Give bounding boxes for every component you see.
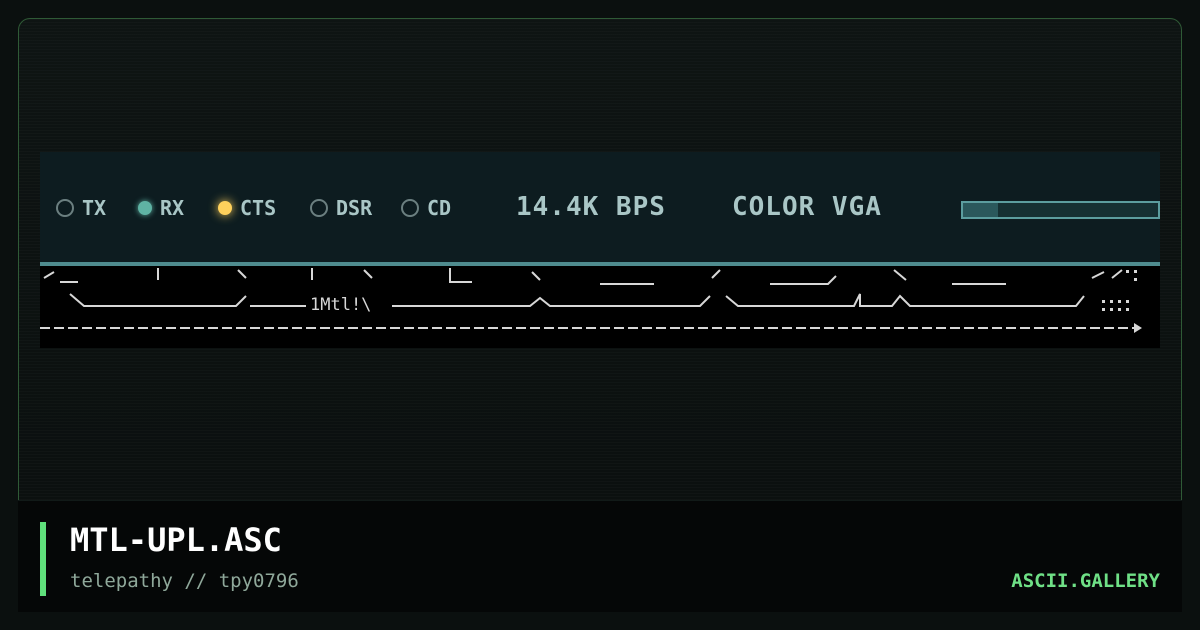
indicator-cd: CD (401, 193, 451, 223)
artwork-author: telepathy // tpy0796 (70, 570, 299, 592)
site-link[interactable]: ASCII.GALLERY (1011, 570, 1160, 592)
led-rx-icon (138, 201, 152, 215)
led-tx-icon (56, 199, 74, 217)
ascii-line-art: 1Mtl!\ (40, 268, 1142, 333)
ascii-inline-text: 1Mtl!\ (310, 295, 371, 315)
transfer-progress-fill (963, 203, 999, 217)
ascii-artwork: TX RX CTS DSR CD 14.4K BPS COLOR VGA 1Mt… (40, 152, 1160, 348)
title-accent-bar (40, 522, 46, 596)
indicator-label: CTS (240, 196, 277, 220)
led-cts-icon (218, 201, 232, 215)
indicator-cts: CTS (218, 193, 276, 223)
footer-bar: MTL-UPL.ASC telepathy // tpy0796 ASCII.G… (18, 500, 1182, 612)
indicator-label: DSR (336, 196, 373, 220)
baud-rate: 14.4K BPS (516, 192, 666, 222)
indicator-rx: RX (138, 193, 184, 223)
arrow-head-icon (1134, 323, 1142, 333)
transfer-progress-bar (961, 201, 1160, 219)
modem-status-bar: TX RX CTS DSR CD 14.4K BPS COLOR VGA (40, 152, 1160, 262)
artwork-title: MTL-UPL.ASC (70, 521, 282, 559)
indicator-label: TX (82, 196, 107, 220)
indicator-label: CD (427, 196, 452, 220)
indicator-label: RX (160, 196, 185, 220)
display-mode: COLOR VGA (732, 192, 882, 222)
led-dsr-icon (310, 199, 328, 217)
indicator-tx: TX (56, 193, 106, 223)
led-cd-icon (401, 199, 419, 217)
indicator-dsr: DSR (310, 193, 372, 223)
